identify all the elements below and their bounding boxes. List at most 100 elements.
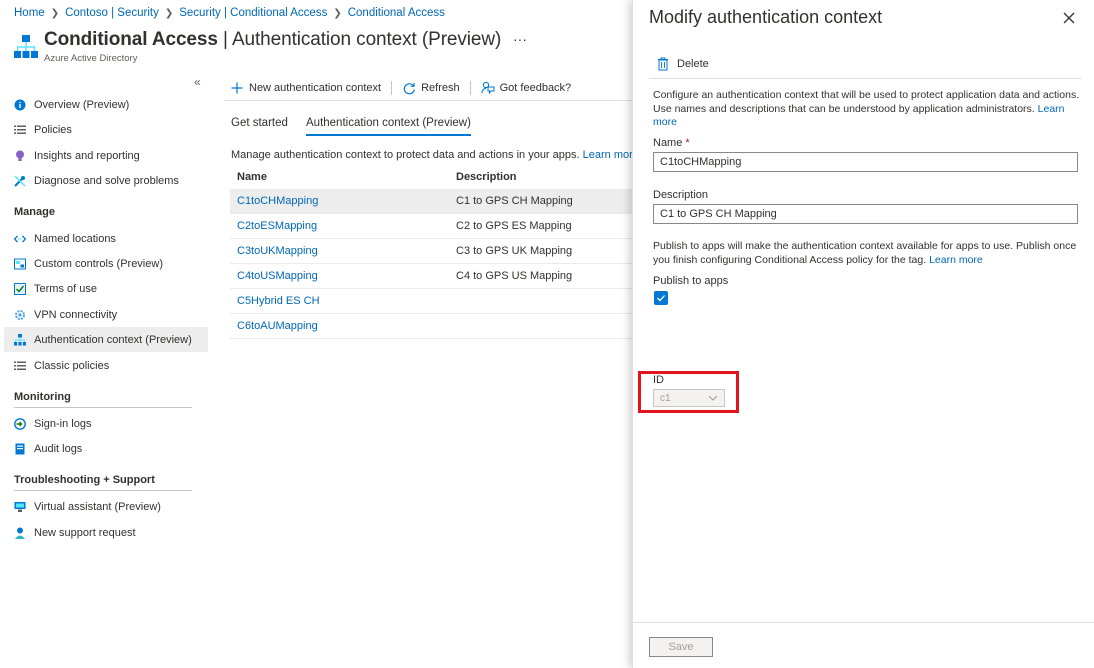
sidebar-item-new-support-request[interactable]: New support request: [4, 520, 208, 545]
command-bar: New authentication context Refresh Got f…: [230, 79, 571, 97]
required-indicator: *: [685, 137, 690, 149]
sidebar-item-named-locations[interactable]: Named locations: [4, 226, 208, 251]
sidebar-item-label: Classic policies: [34, 359, 110, 372]
page-subtitle: Azure Active Directory: [44, 53, 138, 64]
context-name-link[interactable]: C4toUSMapping: [237, 270, 318, 282]
context-name-link[interactable]: C6toAUMapping: [237, 320, 318, 332]
description-input[interactable]: [653, 204, 1078, 224]
breadcrumb-conditional-access[interactable]: Conditional Access: [348, 7, 445, 19]
id-dropdown[interactable]: c1: [653, 389, 725, 407]
gear-icon: [14, 309, 26, 321]
sidebar-item-terms-of-use[interactable]: Terms of use: [4, 276, 208, 301]
delete-label: Delete: [677, 58, 709, 70]
sidebar-item-label: Policies: [34, 123, 72, 136]
new-authentication-context-button[interactable]: New authentication context: [230, 81, 381, 95]
book-icon: [14, 443, 26, 455]
person-icon: [14, 527, 26, 539]
column-header-description[interactable]: Description: [450, 171, 632, 183]
panel-divider: [649, 78, 1081, 79]
sidebar-item-label: Authentication context (Preview): [34, 333, 192, 346]
id-field-label: ID: [653, 374, 664, 386]
sidebar-item-classic-policies[interactable]: Classic policies: [4, 353, 208, 378]
panel-title: Modify authentication context: [649, 7, 883, 27]
sidebar-item-audit-logs[interactable]: Audit logs: [4, 436, 208, 461]
save-button[interactable]: Save: [649, 637, 713, 657]
description-field-label: Description: [653, 189, 709, 201]
column-header-name[interactable]: Name: [230, 171, 450, 183]
signin-icon: [14, 417, 26, 430]
sidebar-item-label: Insights and reporting: [34, 149, 140, 162]
table-row[interactable]: C3toUKMapping C3 to GPS UK Mapping: [230, 239, 632, 264]
sidebar-item-label: Custom controls (Preview): [34, 257, 163, 270]
modify-context-panel: Modify authentication context Delete Con…: [632, 0, 1094, 668]
sidebar-item-custom-controls[interactable]: Custom controls (Preview): [4, 251, 208, 276]
sidebar-item-label: Sign-in logs: [34, 417, 92, 430]
checklist-icon: [14, 282, 26, 295]
sidebar-item-sign-in-logs[interactable]: Sign-in logs: [4, 411, 208, 436]
context-name-link[interactable]: C5Hybrid ES CH: [237, 295, 320, 307]
toolbar-divider: [391, 81, 393, 95]
sidebar-item-policies[interactable]: Policies: [4, 117, 208, 142]
learn-more-link[interactable]: Learn more: [583, 149, 639, 161]
sidebar-item-virtual-assistant[interactable]: Virtual assistant (Preview): [4, 494, 208, 519]
publish-to-apps-label: Publish to apps: [653, 275, 729, 287]
name-label-text: Name: [653, 137, 683, 149]
page-title-sub: Authentication context (Preview): [231, 29, 502, 50]
feedback-button[interactable]: Got feedback?: [481, 81, 572, 95]
breadcrumb-security-conditional-access[interactable]: Security | Conditional Access: [179, 7, 327, 19]
more-options-icon[interactable]: ···: [513, 31, 527, 47]
sidebar-item-insights[interactable]: Insights and reporting: [4, 143, 208, 168]
sidebar-item-label: Audit logs: [34, 442, 83, 455]
sidebar-item-overview[interactable]: Overview (Preview): [4, 92, 208, 117]
assistant-icon: [14, 501, 26, 513]
panel-footer-divider: [633, 622, 1094, 623]
plus-icon: [230, 81, 244, 95]
table-row[interactable]: C6toAUMapping: [230, 314, 632, 339]
delete-button[interactable]: Delete: [657, 57, 709, 71]
publish-learn-more-link[interactable]: Learn more: [929, 254, 983, 266]
context-name-link[interactable]: C2toESMapping: [237, 220, 317, 232]
context-description: C3 to GPS UK Mapping: [456, 245, 573, 257]
tab-get-started[interactable]: Get started: [231, 117, 288, 134]
intro-text-body: Manage authentication context to protect…: [231, 149, 580, 161]
context-name-link[interactable]: C3toUKMapping: [237, 245, 318, 257]
trash-icon: [658, 57, 668, 71]
feedback-label: Got feedback?: [499, 82, 572, 94]
arrows-icon: [14, 233, 26, 245]
sidebar-section-monitoring: Monitoring: [14, 391, 192, 408]
refresh-button[interactable]: Refresh: [402, 81, 460, 95]
sidebar-item-authentication-context[interactable]: Authentication context (Preview): [4, 327, 208, 352]
sidebar-item-label: Terms of use: [34, 282, 97, 295]
toolbar-divider-line: [224, 100, 632, 101]
table-row[interactable]: C1toCHMapping C1 to GPS CH Mapping: [230, 189, 632, 214]
tools-icon: [14, 174, 26, 187]
table-row[interactable]: C2toESMapping C2 to GPS ES Mapping: [230, 214, 632, 239]
list-icon: [14, 124, 26, 136]
breadcrumb: Home ❯ Contoso | Security ❯ Security | C…: [14, 7, 445, 19]
tab-authentication-context[interactable]: Authentication context (Preview): [306, 117, 471, 136]
publish-description: Publish to apps will make the authentica…: [653, 240, 1083, 267]
page-title-main: Conditional Access: [44, 29, 218, 50]
collapse-sidebar-icon[interactable]: «: [194, 75, 201, 89]
sidebar-item-diagnose[interactable]: Diagnose and solve problems: [4, 168, 208, 193]
toolbar-divider: [469, 81, 471, 95]
context-name-link[interactable]: C1toCHMapping: [237, 195, 318, 207]
checkmark-icon: [657, 295, 665, 302]
chevron-down-icon: [708, 395, 718, 401]
id-dropdown-value: c1: [660, 392, 671, 404]
table-row[interactable]: C4toUSMapping C4 to GPS US Mapping: [230, 264, 632, 289]
list-icon: [14, 360, 26, 372]
network-icon: [14, 333, 26, 346]
table-row[interactable]: C5Hybrid ES CH: [230, 289, 632, 314]
breadcrumb-contoso-security[interactable]: Contoso | Security: [65, 7, 159, 19]
sidebar-item-label: New support request: [34, 526, 136, 539]
name-input[interactable]: [653, 152, 1078, 172]
close-icon[interactable]: [1061, 10, 1077, 26]
sidebar-item-vpn[interactable]: VPN connectivity: [4, 302, 208, 327]
sidebar-item-label: Overview (Preview): [34, 98, 130, 111]
panel-description-text: Configure an authentication context that…: [653, 89, 1080, 115]
breadcrumb-home[interactable]: Home: [14, 7, 45, 19]
conditional-access-icon: [14, 35, 38, 58]
sidebar-section-manage: Manage: [14, 206, 55, 218]
publish-to-apps-checkbox[interactable]: [654, 291, 668, 305]
